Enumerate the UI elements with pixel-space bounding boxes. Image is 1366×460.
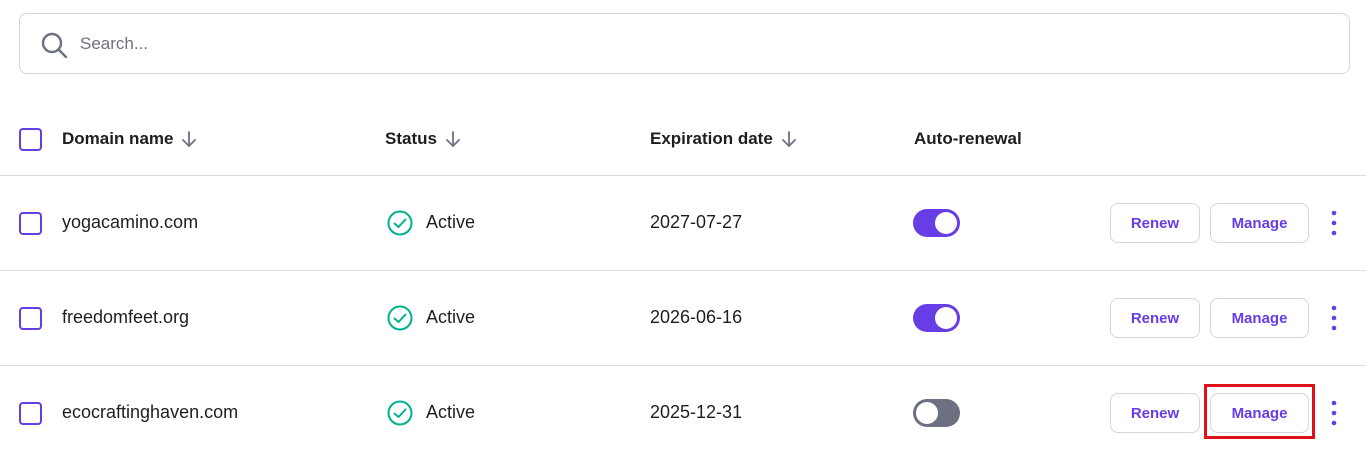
status-text: Active: [426, 402, 476, 422]
check-circle-icon: [387, 305, 413, 331]
toggle-knob: [916, 402, 938, 424]
select-all-checkbox[interactable]: [19, 128, 42, 151]
status-text: Active: [426, 212, 476, 232]
check-circle-icon: [387, 400, 413, 426]
search-icon: [41, 32, 68, 59]
column-header-label: Domain name: [62, 129, 174, 148]
table-row: freedomfeet.org Active 2026-06-16 Renew …: [0, 271, 1366, 365]
toggle-knob: [935, 212, 957, 234]
domain-name: freedomfeet.org: [62, 307, 190, 327]
check-circle-icon: [387, 210, 413, 236]
manage-button[interactable]: Manage: [1210, 203, 1309, 243]
arrow-down-icon: [446, 131, 460, 147]
table-row: ecocraftinghaven.com Active 2025-12-31 R…: [0, 366, 1366, 460]
auto-renewal-toggle[interactable]: [913, 304, 960, 332]
row-checkbox[interactable]: [19, 402, 42, 425]
table-row: yogacamino.com Active 2027-07-27 Renew M…: [0, 176, 1366, 270]
column-header-auto-renewal: Auto-renewal: [914, 129, 1022, 149]
domain-name: ecocraftinghaven.com: [62, 402, 239, 422]
kebab-menu-icon[interactable]: [1324, 398, 1344, 428]
row-checkbox[interactable]: [19, 212, 42, 235]
manage-button[interactable]: Manage: [1210, 298, 1309, 338]
arrow-down-icon: [781, 131, 796, 147]
auto-renewal-toggle[interactable]: [913, 209, 960, 237]
kebab-menu-icon[interactable]: [1324, 303, 1344, 333]
toggle-knob: [935, 307, 957, 329]
column-header-label: Auto-renewal: [914, 129, 1022, 148]
renew-button[interactable]: Renew: [1110, 203, 1200, 243]
expiration-date: 2027-07-27: [650, 212, 743, 232]
search-input[interactable]: [80, 28, 1320, 60]
search-bar[interactable]: [19, 13, 1350, 74]
status-text: Active: [426, 307, 476, 327]
column-header-domain[interactable]: Domain name: [62, 129, 199, 149]
row-checkbox[interactable]: [19, 307, 42, 330]
domain-name: yogacamino.com: [62, 212, 199, 232]
column-header-expiration[interactable]: Expiration date: [650, 129, 799, 149]
column-header-label: Status: [385, 129, 437, 148]
column-header-status[interactable]: Status: [385, 129, 463, 149]
auto-renewal-toggle[interactable]: [913, 399, 960, 427]
renew-button[interactable]: Renew: [1110, 298, 1200, 338]
renew-button[interactable]: Renew: [1110, 393, 1200, 433]
manage-button[interactable]: Manage: [1210, 393, 1309, 433]
column-header-label: Expiration date: [650, 129, 773, 148]
expiration-date: 2025-12-31: [650, 402, 743, 422]
kebab-menu-icon[interactable]: [1324, 208, 1344, 238]
arrow-down-icon: [182, 131, 197, 147]
expiration-date: 2026-06-16: [650, 307, 743, 327]
